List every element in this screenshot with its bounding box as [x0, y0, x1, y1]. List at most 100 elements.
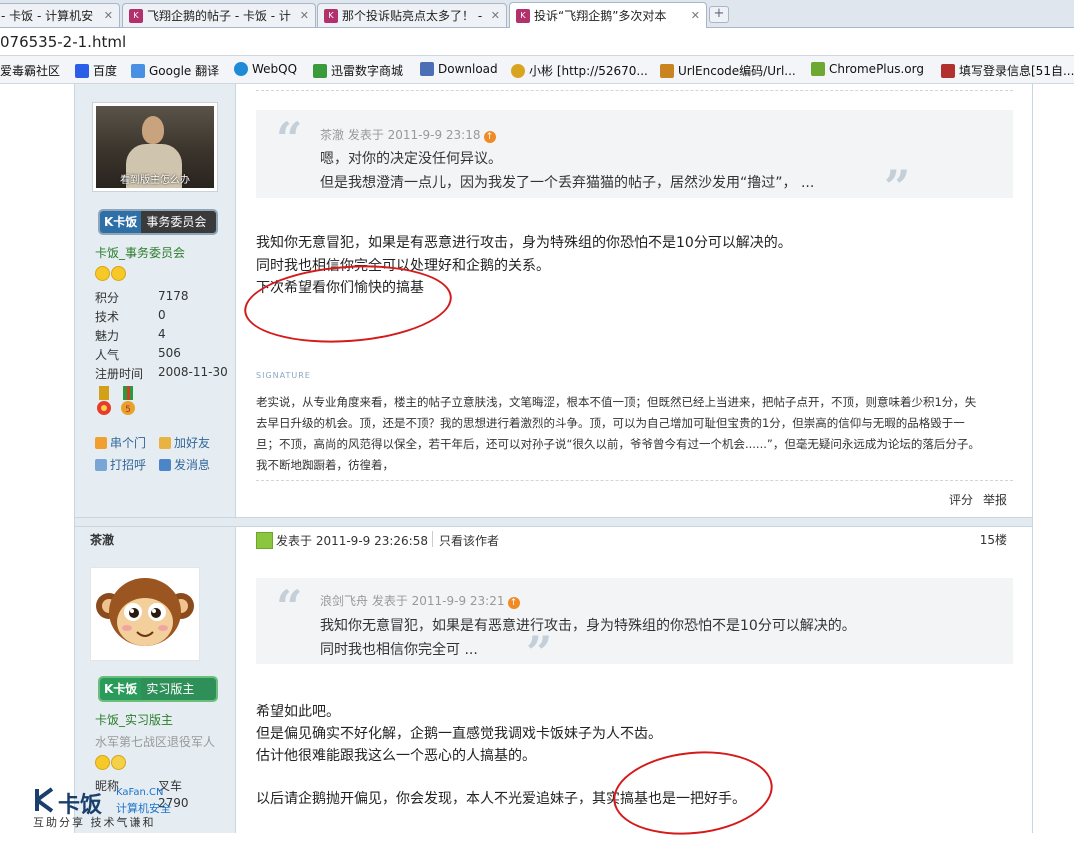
post-icon [256, 532, 273, 549]
close-icon[interactable]: ✕ [691, 9, 700, 22]
bookmarks-bar: 爱毒霸社区 百度 Google 翻译 WebQQ 迅雷数字商城 Download… [0, 56, 1074, 84]
quote-block: “ ” 茶澈 发表于 2011-9-9 23:18 ↑ 嗯，对你的决定没任何异议。… [256, 110, 1013, 210]
bookmark-item[interactable]: ChromePlus.org [811, 62, 924, 76]
bookmark-label: 填写登录信息[51自... [959, 64, 1074, 78]
address-bar[interactable]: 076535-2-1.html [0, 28, 1074, 56]
browser-tab-1[interactable]: - 卡饭 - 计算机安 ✕ [0, 3, 120, 27]
tab-title: 那个投诉贴亮点太多了！ - [342, 9, 483, 23]
xunlei-icon [313, 63, 327, 78]
floor-number[interactable]: 15楼 [980, 531, 1007, 548]
bookmark-item[interactable]: 填写登录信息[51自... [941, 62, 1074, 79]
group-badge: K卡饭 实习版主 [98, 676, 218, 702]
address-url[interactable]: 076535-2-1.html [0, 33, 126, 51]
bookmark-label: 小彬 [http://52670... [529, 64, 648, 78]
kafan-favicon-icon: K [324, 8, 338, 23]
quote-header: 浪剑飞舟 发表于 2011-9-9 23:21 ↑ [320, 592, 520, 609]
stat-row: 注册时间 2008-11-30 [95, 365, 228, 381]
group-badge: K卡饭 事务委员会 [98, 209, 218, 235]
kafan-favicon-icon: K [129, 8, 143, 23]
user-group[interactable]: 卡饭_事务委员会 [95, 244, 185, 261]
bookmark-item[interactable]: 小彬 [http://52670... [511, 62, 648, 79]
message-link[interactable]: 发消息 [159, 456, 210, 473]
close-icon[interactable]: ✕ [491, 9, 500, 22]
bookmark-label: Google 翻译 [149, 64, 220, 78]
bookmark-item[interactable]: 爱毒霸社区 [0, 62, 60, 79]
medal-icon: 5 [121, 386, 135, 415]
open-quote-icon: “ [276, 112, 303, 166]
smiley-icon [95, 755, 110, 770]
add-friend-link[interactable]: 加好友 [159, 434, 210, 451]
watermark-slogan: 互助分享 技术气谦和 [33, 816, 156, 829]
browser-tab-4-active[interactable]: K 投诉“飞翔企鹅”多次对本 ✕ [509, 2, 707, 28]
forum-page: 看到版主怎么办 K卡饭 事务委员会 卡饭_事务委员会 积分 7178 技术 0 魅力… [0, 84, 1074, 842]
bookmark-item[interactable]: 迅雷数字商城 [313, 62, 403, 79]
quote-header: 茶澈 发表于 2011-9-9 23:18 ↑ [320, 126, 496, 143]
medal-icon [97, 386, 111, 415]
jump-to-post-icon[interactable]: ↑ [507, 597, 520, 609]
bookmark-item[interactable]: Google 翻译 [131, 62, 219, 79]
post-text: 估计他很难能跟我这么一个恶心的人搞基的。 [256, 748, 536, 764]
report-link[interactable]: 举报 [983, 491, 1007, 508]
bookmark-label: ChromePlus.org [829, 62, 924, 76]
post-text: 我知你无意冒犯，如果是有恶意进行攻击，身为特殊组的你恐怕不是10分可以解决的。 [256, 235, 792, 251]
moon-icon [111, 755, 126, 770]
bookmark-item[interactable]: UrlEncode编码/Url... [660, 62, 796, 79]
browser-tab-3[interactable]: K 那个投诉贴亮点太多了！ - ✕ [317, 3, 507, 27]
bookmark-item[interactable]: Download [420, 62, 498, 76]
post-text: 希望如此吧。 [256, 704, 340, 720]
only-author-link[interactable]: 只看该作者 [439, 532, 499, 549]
close-quote-icon: ” [884, 160, 911, 214]
bookmark-label: 迅雷数字商城 [331, 64, 404, 78]
webqq-icon [234, 62, 248, 76]
post-header: 发表于 2011-9-9 23:26:58 只看该作者 15楼 [256, 531, 1013, 553]
post-separator [75, 517, 1032, 527]
quote-block: “ ” 浪剑飞舟 发表于 2011-9-9 23:21 ↑ 我知你无意冒犯，如果是… [256, 578, 1013, 676]
user-group[interactable]: 卡饭_实习版主 [95, 711, 173, 728]
stat-row: 魅力 4 [95, 327, 166, 343]
bookmark-item[interactable]: WebQQ [234, 62, 297, 76]
stat-row: 人气 506 [95, 346, 181, 362]
home-icon [95, 436, 107, 449]
stat-row: 技术 0 [95, 308, 166, 324]
avatar[interactable] [90, 567, 200, 661]
post-date: 发表于 2011-9-9 23:26:58 [276, 534, 428, 548]
tab-title: - 卡饭 - 计算机安 [1, 9, 94, 23]
svg-text:5: 5 [125, 405, 131, 415]
avatar[interactable]: 看到版主怎么办 [92, 102, 218, 192]
close-icon[interactable]: ✕ [300, 9, 309, 22]
quote-line: 同时我也相信你完全可 ... [320, 642, 478, 658]
kafan-logo-icon [35, 787, 54, 813]
chrome-icon [511, 63, 525, 78]
bookmark-label: UrlEncode编码/Url... [678, 64, 796, 78]
quote-line: 但是我想澄清一点儿，因为我发了一个丢弃猫猫的帖子，居然沙发用“撸过”， ... [320, 175, 815, 191]
new-tab-button[interactable]: + [709, 6, 729, 23]
signature-text: 老实说，从专业角度来看，楼主的帖子立意肤浅，文笔晦涩，根本不值一顶；但既然已经上… [256, 395, 980, 472]
author-name[interactable]: 茶澈 [90, 531, 114, 548]
mail-icon [159, 458, 171, 471]
visit-link[interactable]: 串个门 [95, 434, 146, 451]
pen-icon [941, 63, 955, 78]
tab-title: 投诉“飞翔企鹅”多次对本 [534, 9, 667, 23]
stat-row: 积分 7178 [95, 289, 189, 305]
monkey-avatar-icon [96, 578, 194, 646]
smiley-icon [95, 266, 110, 281]
baidu-icon [75, 63, 89, 78]
kafan-watermark: 卡饭 KaFan.CN 计算机安全 互助分享 技术气谦和 [28, 783, 178, 833]
red-annotation-circle [609, 743, 777, 842]
signature-title: SIGNATURE [256, 371, 311, 380]
tab-title: 飞翔企鹅的帖子 - 卡饭 - 计 [147, 9, 291, 23]
close-icon[interactable]: ✕ [104, 9, 113, 22]
google-translate-icon [131, 63, 145, 78]
bookmark-item[interactable]: 百度 [75, 62, 117, 79]
rate-link[interactable]: 评分 [949, 491, 973, 508]
user-title: 水军第七战区退役军人 [95, 735, 216, 749]
close-quote-icon: ” [526, 626, 553, 680]
jump-to-post-icon[interactable]: ↑ [483, 131, 496, 143]
bookmark-label: 爱毒霸社区 [0, 64, 61, 78]
greet-link[interactable]: 打招呼 [95, 456, 146, 473]
encode-icon [660, 63, 674, 78]
chromeplus-icon [811, 62, 825, 76]
add-friend-icon [159, 436, 171, 449]
download-icon [420, 62, 434, 76]
browser-tab-2[interactable]: K 飞翔企鹅的帖子 - 卡饭 - 计 ✕ [122, 3, 316, 27]
